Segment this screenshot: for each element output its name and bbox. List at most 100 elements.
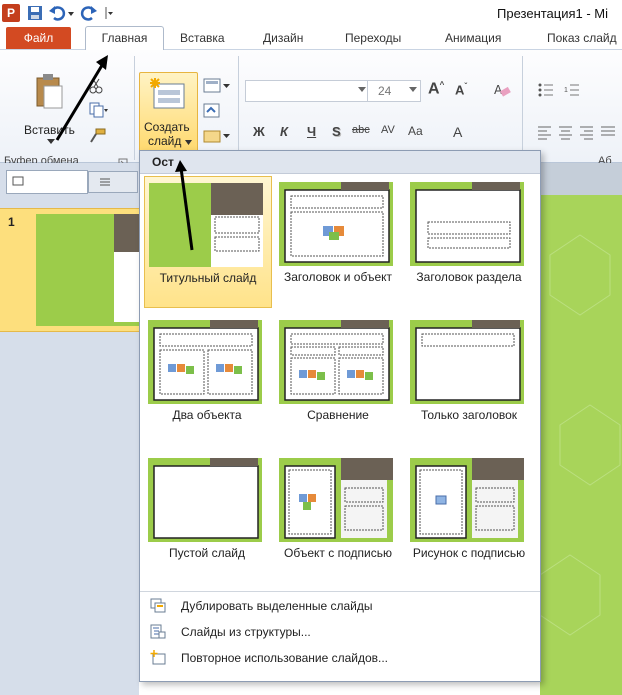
- layout-title-slide[interactable]: Титульный слайд: [144, 176, 272, 308]
- menu-item-label: Повторное использование слайдов...: [181, 651, 389, 665]
- layout-content-caption[interactable]: Объект с подписью: [275, 452, 401, 582]
- customize-toolbar-icon[interactable]: [102, 4, 114, 22]
- layout-thumb-picture-caption: [410, 458, 524, 542]
- tab-design[interactable]: Дизайн: [263, 27, 303, 49]
- menu-reuse-slides[interactable]: Повторное использование слайдов...: [140, 646, 540, 670]
- layout-comparison[interactable]: Сравнение: [275, 314, 401, 444]
- new-slide-icon: [150, 78, 185, 109]
- slides-view-icon: [12, 176, 24, 186]
- layout-label: Пустой слайд: [169, 546, 245, 560]
- title-bar: P Презентация1 - Mi: [0, 0, 622, 27]
- layout-section-header[interactable]: Заголовок раздела: [406, 176, 532, 306]
- layout-label: Титульный слайд: [159, 271, 257, 285]
- layout-label: Заголовок и объект: [284, 270, 392, 284]
- shadow-icon[interactable]: S: [332, 124, 341, 139]
- format-painter-icon[interactable]: [88, 128, 106, 144]
- bullets-icon[interactable]: 1: [537, 80, 617, 100]
- tab-transitions[interactable]: Переходы: [345, 27, 401, 49]
- svg-text:1: 1: [564, 87, 568, 94]
- undo-dropdown-icon[interactable]: [66, 4, 76, 22]
- slide-canvas[interactable]: [540, 195, 622, 695]
- new-slide-label: Создать: [144, 120, 190, 134]
- layout-thumb-title-content: [279, 182, 393, 266]
- ribbon-separator: [134, 56, 135, 160]
- paste-icon[interactable]: [34, 72, 66, 110]
- layout-thumb-section: [410, 182, 524, 266]
- layout-label: Два объекта: [172, 408, 242, 422]
- layout-title-content[interactable]: Заголовок и объект: [275, 176, 401, 306]
- ribbon-separator: [238, 56, 239, 160]
- layout-thumb-two-content: [148, 320, 262, 404]
- font-color-icon[interactable]: A: [453, 124, 462, 140]
- new-slide-dropdown-icon[interactable]: [184, 139, 193, 146]
- save-icon[interactable]: [26, 4, 44, 22]
- shrink-font-icon[interactable]: Aˇ: [455, 82, 467, 97]
- layout-two-content[interactable]: Два объекта: [144, 314, 270, 444]
- layout-thumb-content-caption: [279, 458, 393, 542]
- reuse-slides-icon: [150, 650, 166, 665]
- underline-icon[interactable]: Ч: [307, 124, 316, 139]
- clear-formatting-icon[interactable]: A: [492, 80, 512, 100]
- gallery-header-label: Ост: [152, 155, 174, 169]
- cut-icon[interactable]: [88, 78, 104, 94]
- undo-icon[interactable]: [48, 4, 66, 22]
- svg-text:A: A: [494, 83, 503, 97]
- layout-icon[interactable]: [203, 78, 231, 94]
- layout-label: Рисунок с подписью: [412, 546, 526, 560]
- tab-animations[interactable]: Анимация: [445, 27, 501, 49]
- window-title: Презентация1 - Mi: [497, 6, 609, 21]
- outline-slides-icon: [150, 624, 166, 639]
- outline-view-icon: [100, 178, 110, 186]
- copy-icon[interactable]: [88, 102, 108, 118]
- tab-home[interactable]: Главная: [85, 26, 164, 51]
- font-size-value: 24: [378, 84, 392, 98]
- duplicate-slides-icon: [150, 598, 166, 613]
- change-case-icon[interactable]: Aa: [408, 124, 423, 138]
- section-icon[interactable]: [203, 128, 231, 144]
- bold-icon[interactable]: Ж: [253, 124, 265, 139]
- layout-title-only[interactable]: Только заголовок: [406, 314, 532, 444]
- layout-thumb-comparison: [279, 320, 393, 404]
- ribbon-tabs: Файл Главная Вставка Дизайн Переходы Ани…: [0, 26, 622, 51]
- layout-thumb-title-only: [410, 320, 524, 404]
- font-name-box[interactable]: [245, 80, 369, 102]
- layout-label: Только заголовок: [420, 408, 518, 422]
- pane-tabs: [6, 170, 138, 194]
- character-spacing-icon[interactable]: AV: [381, 124, 395, 136]
- slide-thumbnail-selected[interactable]: 1: [0, 208, 139, 332]
- slide-number: 1: [8, 215, 15, 229]
- layout-blank[interactable]: Пустой слайд: [144, 452, 270, 582]
- layout-picture-caption[interactable]: Рисунок с подписью: [406, 452, 532, 582]
- menu-item-label: Дублировать выделенные слайды: [181, 599, 373, 613]
- italic-icon[interactable]: К: [280, 124, 288, 139]
- grow-font-icon[interactable]: A^: [428, 80, 444, 98]
- redo-icon[interactable]: [80, 4, 98, 22]
- font-dropdown-icon[interactable]: [358, 87, 366, 93]
- reset-icon[interactable]: [203, 103, 221, 119]
- paste-dropdown-icon[interactable]: [46, 138, 56, 146]
- gallery-header: Ост: [140, 151, 540, 174]
- font-size-dropdown-icon[interactable]: [409, 87, 417, 93]
- new-slide-gallery: Ост Титульный слайд Заголовок и объект З…: [139, 150, 541, 682]
- ribbon-home: Вставить Буфер обмена: [0, 50, 622, 168]
- layout-label: Сравнение: [307, 408, 369, 422]
- align-icons[interactable]: [537, 123, 617, 143]
- layout-label: Заголовок раздела: [416, 270, 522, 284]
- powerpoint-logo-icon: P: [2, 4, 20, 22]
- menu-slides-from-outline[interactable]: Слайды из структуры...: [140, 620, 540, 644]
- layout-label: Объект с подписью: [284, 546, 392, 560]
- new-slide-label-2: слайд: [148, 134, 182, 148]
- tab-file[interactable]: Файл: [6, 27, 71, 49]
- menu-duplicate-slides[interactable]: Дублировать выделенные слайды: [140, 594, 540, 618]
- layout-thumb-blank: [148, 458, 262, 542]
- strikethrough-icon[interactable]: abc: [352, 124, 370, 136]
- tab-slideshow[interactable]: Показ слайд: [547, 27, 617, 49]
- tab-slides[interactable]: [6, 170, 88, 194]
- ribbon-separator: [522, 56, 523, 160]
- tab-outline[interactable]: [88, 171, 138, 193]
- menu-divider: [140, 591, 540, 592]
- tab-insert[interactable]: Вставка: [180, 27, 225, 49]
- menu-item-label: Слайды из структуры...: [181, 625, 311, 639]
- slide-1-preview: [36, 214, 139, 326]
- paste-button[interactable]: Вставить: [24, 123, 75, 137]
